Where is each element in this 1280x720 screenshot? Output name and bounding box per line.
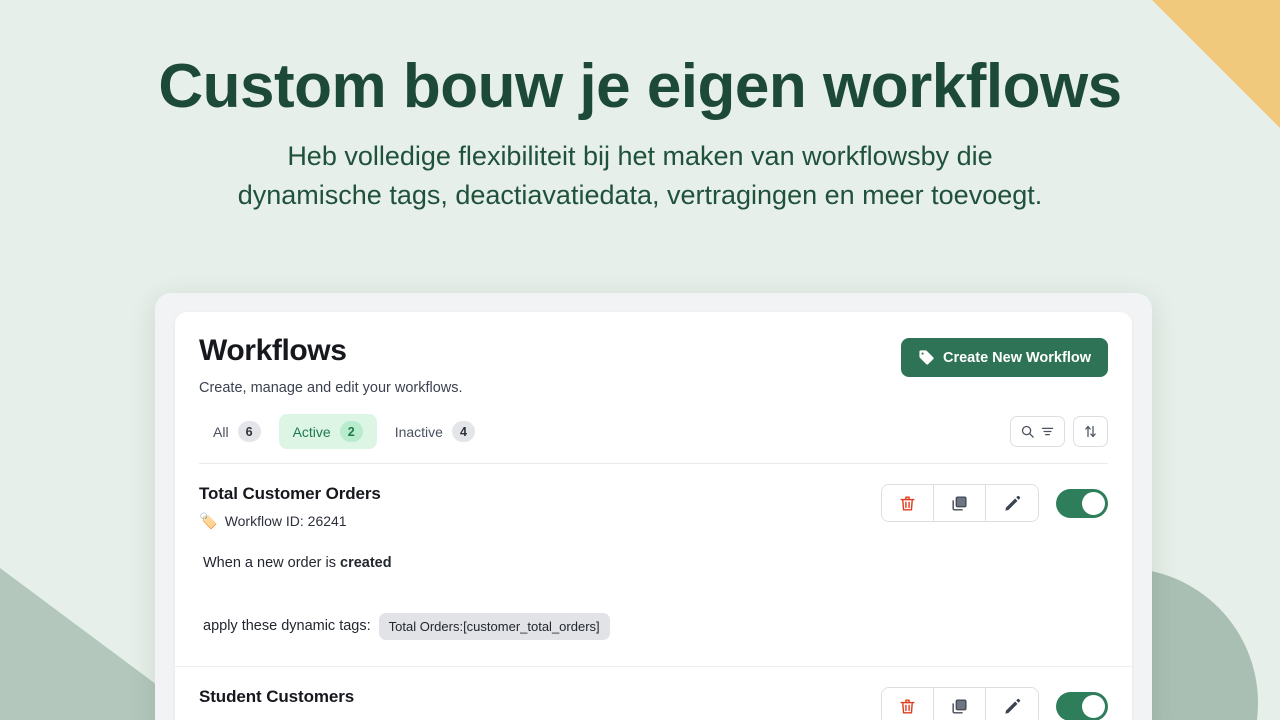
workflow-trigger-line: When a new order is created bbox=[203, 553, 1108, 575]
hero-section: Custom bouw je eigen workflows Heb volle… bbox=[0, 0, 1280, 214]
page-subtitle: Create, manage and edit your workflows. bbox=[199, 380, 463, 396]
card-header-row: Workflows Create, manage and edit your w… bbox=[199, 334, 1108, 396]
pencil-icon bbox=[1003, 494, 1022, 513]
tab-active-count: 2 bbox=[340, 421, 363, 442]
workflow-row-2-header: Student Customers bbox=[199, 687, 1108, 720]
workflow-tags-label: apply these dynamic tags: bbox=[203, 616, 371, 638]
delete-workflow-button[interactable] bbox=[882, 688, 934, 720]
workflow-id-label: Workflow ID: 26241 bbox=[225, 513, 347, 529]
row-action-group bbox=[881, 484, 1039, 522]
app-card: Workflows Create, manage and edit your w… bbox=[175, 312, 1132, 720]
workflow-name: Student Customers bbox=[199, 687, 354, 707]
dynamic-tag-chip[interactable]: Total Orders:[customer_total_orders] bbox=[379, 613, 610, 641]
card-header-titles: Workflows Create, manage and edit your w… bbox=[199, 334, 463, 396]
hero-title: Custom bouw je eigen workflows bbox=[0, 52, 1280, 121]
toggle-knob bbox=[1082, 695, 1105, 718]
filter-tabs: All 6 Active 2 Inactive 4 bbox=[199, 414, 489, 449]
duplicate-workflow-button[interactable] bbox=[934, 485, 986, 521]
trash-icon bbox=[898, 494, 917, 513]
card-header: Workflows Create, manage and edit your w… bbox=[175, 312, 1132, 464]
edit-workflow-button[interactable] bbox=[986, 485, 1038, 521]
hero-subtitle-line1: Heb volledige flexibiliteit bij het make… bbox=[287, 141, 992, 171]
copy-icon bbox=[950, 697, 969, 716]
workflow-name: Total Customer Orders bbox=[199, 484, 381, 504]
sort-button[interactable] bbox=[1073, 416, 1108, 447]
tag-emoji-icon: 🏷️ bbox=[199, 514, 218, 529]
workflow-enabled-toggle[interactable] bbox=[1056, 489, 1108, 518]
workflow-row-1-body: When a new order is created apply these … bbox=[199, 529, 1108, 666]
create-new-workflow-label: Create New Workflow bbox=[943, 350, 1091, 366]
sort-arrows-icon bbox=[1083, 424, 1098, 439]
workflow-id: 🏷️ Workflow ID: 26241 bbox=[199, 513, 381, 529]
delete-workflow-button[interactable] bbox=[882, 485, 934, 521]
row-action-group bbox=[881, 687, 1039, 720]
tab-all[interactable]: All 6 bbox=[199, 414, 275, 449]
page-title: Workflows bbox=[199, 334, 463, 367]
tab-inactive-label: Inactive bbox=[395, 424, 443, 440]
tab-all-label: All bbox=[213, 424, 229, 440]
workflow-enabled-toggle[interactable] bbox=[1056, 692, 1108, 720]
workflow-trigger-prefix: When a new order is bbox=[203, 555, 340, 571]
tag-icon bbox=[918, 349, 935, 366]
app-window-frame: Workflows Create, manage and edit your w… bbox=[155, 293, 1152, 720]
pencil-icon bbox=[1003, 697, 1022, 716]
workflow-row-2: Student Customers bbox=[175, 667, 1132, 720]
hero-subtitle-line2: dynamische tags, deactiavatiedata, vertr… bbox=[238, 180, 1043, 210]
workflow-tags-line: apply these dynamic tags: Total Orders:[… bbox=[203, 613, 1108, 641]
tabs-row: All 6 Active 2 Inactive 4 bbox=[199, 414, 1108, 464]
tab-inactive-count: 4 bbox=[452, 421, 475, 442]
search-filter-button[interactable] bbox=[1010, 416, 1065, 447]
search-icon bbox=[1020, 424, 1035, 439]
workflow-row-1-actions bbox=[881, 484, 1108, 522]
tab-active-label: Active bbox=[293, 424, 331, 440]
tab-inactive[interactable]: Inactive 4 bbox=[381, 414, 489, 449]
workflow-trigger-event: created bbox=[340, 555, 392, 571]
tab-active[interactable]: Active 2 bbox=[279, 414, 377, 449]
trash-icon bbox=[898, 697, 917, 716]
copy-icon bbox=[950, 494, 969, 513]
hero-subtitle: Heb volledige flexibiliteit bij het make… bbox=[135, 137, 1145, 214]
workflow-row-1-info: Total Customer Orders 🏷️ Workflow ID: 26… bbox=[199, 484, 381, 529]
edit-workflow-button[interactable] bbox=[986, 688, 1038, 720]
toolbar-buttons bbox=[1010, 416, 1108, 447]
toggle-knob bbox=[1082, 492, 1105, 515]
create-new-workflow-button[interactable]: Create New Workflow bbox=[901, 338, 1108, 377]
tab-all-count: 6 bbox=[238, 421, 261, 442]
workflow-row-2-actions bbox=[881, 687, 1108, 720]
workflow-row-2-info: Student Customers bbox=[199, 687, 354, 707]
workflow-row-1: Total Customer Orders 🏷️ Workflow ID: 26… bbox=[175, 464, 1132, 667]
duplicate-workflow-button[interactable] bbox=[934, 688, 986, 720]
filter-lines-icon bbox=[1040, 424, 1055, 439]
workflow-row-1-header: Total Customer Orders 🏷️ Workflow ID: 26… bbox=[199, 484, 1108, 529]
